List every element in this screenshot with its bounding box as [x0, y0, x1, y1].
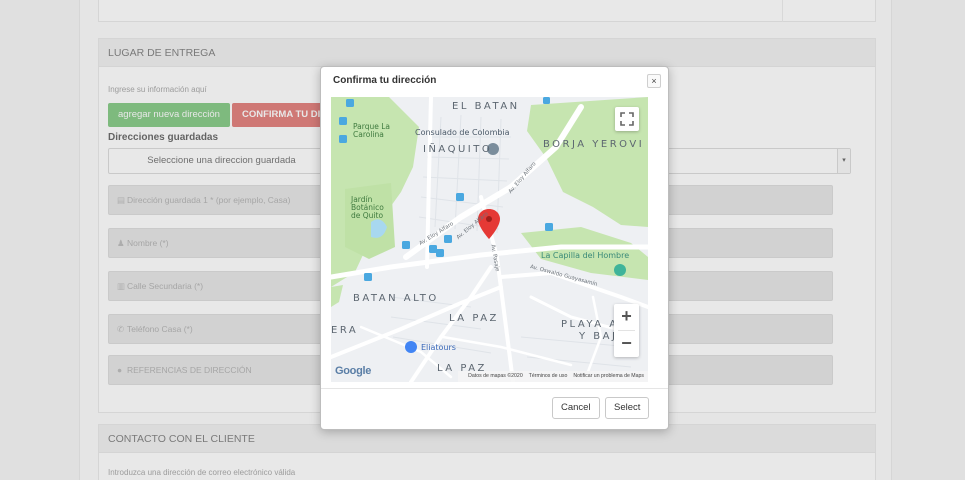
cancel-button[interactable]: Cancel: [552, 397, 600, 419]
terms-link[interactable]: Términos de uso: [529, 373, 568, 379]
map-label-era: ERA: [331, 325, 359, 336]
zoom-out-button[interactable]: −: [614, 331, 639, 357]
zoom-control: + −: [614, 304, 639, 357]
fullscreen-button[interactable]: [615, 107, 639, 131]
map-label-consulado: Consulado de Colombia: [415, 128, 510, 137]
map-label-la-paz: LA PAZ: [449, 313, 499, 324]
map-label-parque-la-carolina: Parque La Carolina: [353, 122, 391, 139]
google-logo[interactable]: Google: [335, 365, 371, 377]
map-label-borja-yerovi: BORJA YEROVI: [543, 139, 645, 150]
fullscreen-icon: [620, 112, 634, 126]
map-view[interactable]: EL BATAN IÑAQUITO BORJA YEROVI BATAN ALT…: [331, 97, 648, 382]
map-label-y-baja: Y BAJ: [579, 331, 618, 342]
map-attribution: Datos de mapas ©2020 Términos de uso Notif…: [458, 371, 648, 382]
map-label-el-batan: EL BATAN: [452, 101, 520, 112]
select-button[interactable]: Select: [605, 397, 650, 419]
report-problem-link[interactable]: Notificar un problema de Maps: [573, 373, 644, 379]
dialog-title: Confirma tu dirección: [333, 75, 437, 86]
dialog-footer-divider: [321, 388, 668, 389]
map-data-attribution[interactable]: Datos de mapas ©2020: [468, 373, 523, 379]
map-label-playa-alta: PLAYA A: [561, 319, 619, 330]
map-label-eliatours: Eliatours: [421, 343, 456, 352]
map-label-batan-alto: BATAN ALTO: [353, 293, 439, 304]
map-label-capilla: La Capilla del Hombre: [541, 251, 630, 260]
zoom-in-button[interactable]: +: [614, 304, 639, 330]
close-icon[interactable]: ×: [647, 74, 661, 88]
map-label-jardin-botanico: Jardín Botánico de Quito: [351, 195, 384, 220]
map-label-inaquito: IÑAQUITO: [423, 144, 493, 155]
confirm-address-dialog: Confirma tu dirección × EL BATAN IÑAQUIT…: [320, 66, 669, 430]
